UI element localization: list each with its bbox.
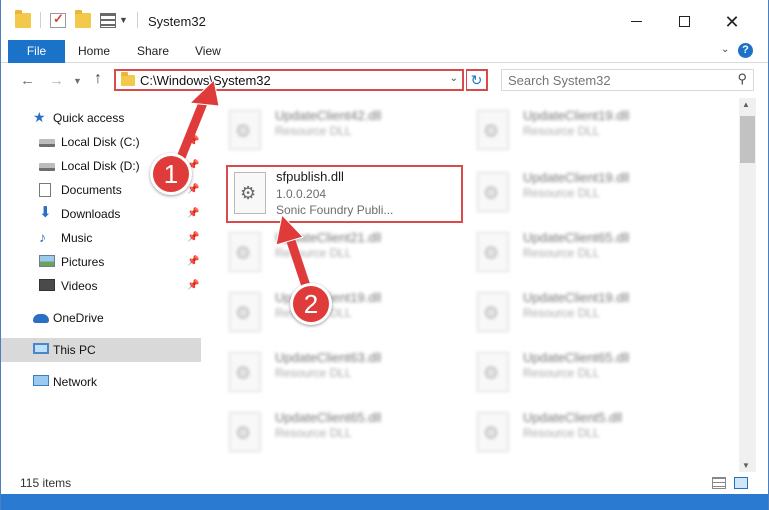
arrow-to-address-bar xyxy=(173,79,220,170)
annotation-arrows xyxy=(173,79,313,297)
step-badge-2: 2 xyxy=(290,283,332,325)
arrow-to-highlighted-file xyxy=(275,213,313,297)
step-badge-1: 1 xyxy=(150,153,192,195)
